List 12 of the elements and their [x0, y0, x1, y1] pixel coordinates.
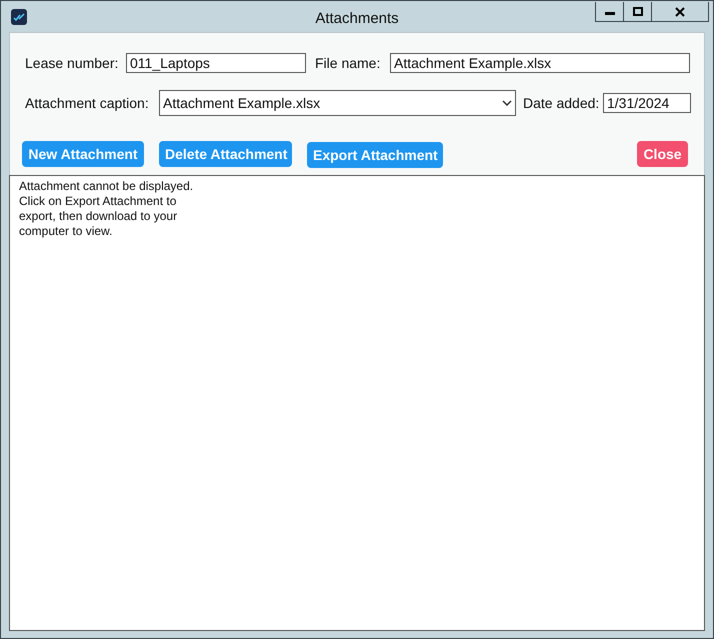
- input-field[interactable]: Attachment Example.xlsx: [390, 53, 690, 73]
- field-label: File name:: [315, 54, 382, 72]
- input-field[interactable]: 011_Laptops: [126, 53, 306, 73]
- app-icon: [11, 8, 27, 24]
- chevron-down-icon: [502, 100, 512, 106]
- field-label: Lease number:: [25, 54, 120, 72]
- message-text: Attachment cannot be displayed. Click on Export Attachment to export, then download to your computer to view.: [19, 179, 194, 239]
- window-title: Attachments: [315, 9, 399, 29]
- input-field[interactable]: 1/31/2024: [603, 93, 691, 113]
- caption-dropdown[interactable]: Attachment Example.xlsx: [159, 90, 516, 116]
- field-label: Date added:: [523, 94, 600, 112]
- field-label: Attachment caption:: [25, 94, 150, 113]
